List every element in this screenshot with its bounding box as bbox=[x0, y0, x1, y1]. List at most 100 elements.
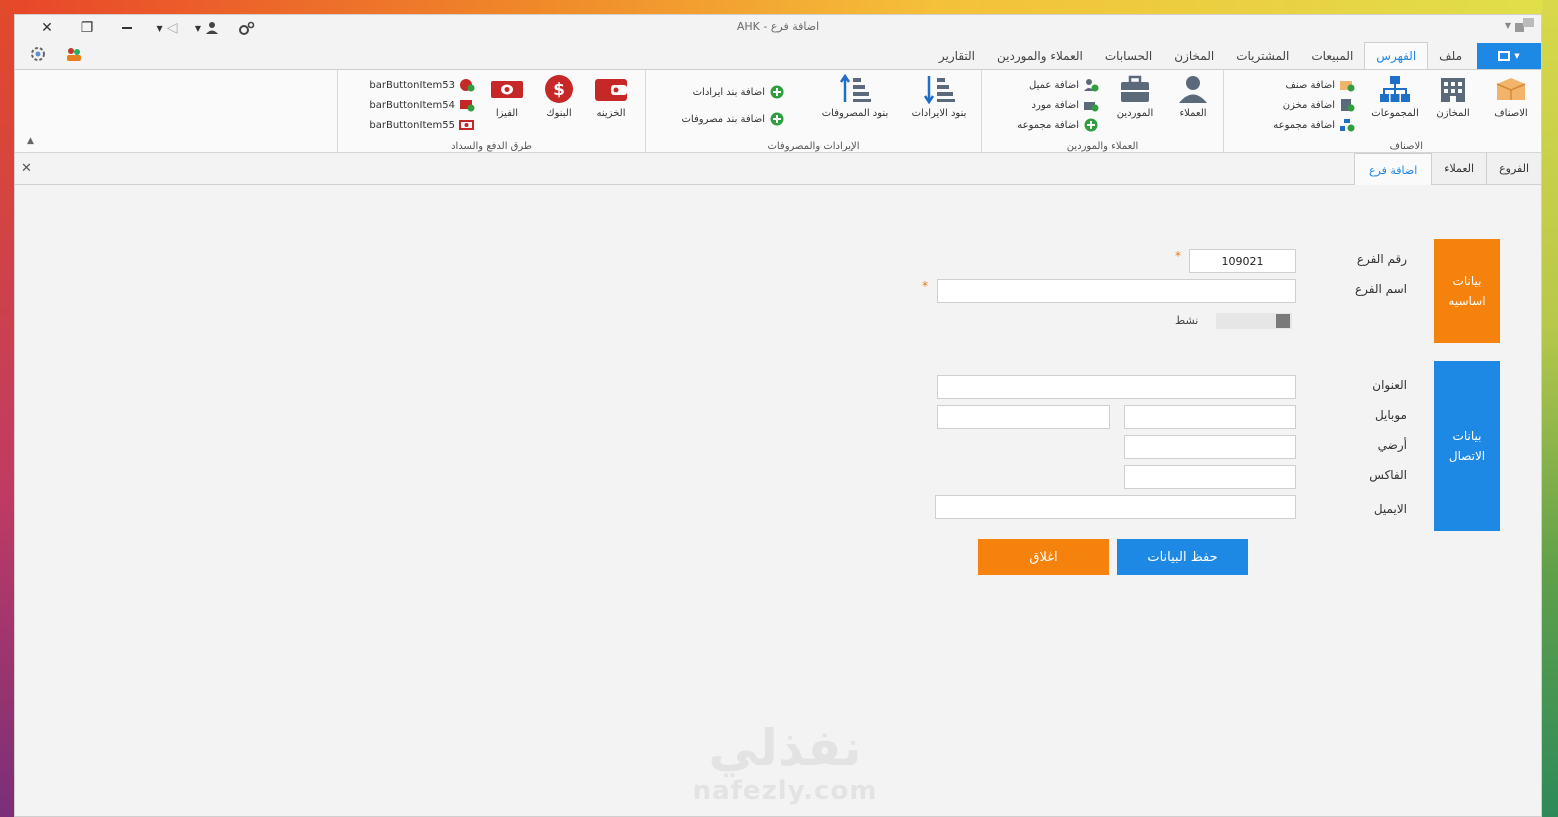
bar-button-53[interactable]: barButtonItem53 bbox=[369, 76, 475, 94]
collapse-ribbon-icon[interactable]: ▲ bbox=[27, 136, 34, 146]
app-menu-button[interactable]: ▼ bbox=[1477, 43, 1541, 69]
document-tabs-bar: ✕ الفروع العملاء اضافة فرع bbox=[15, 153, 1541, 186]
products-label: الاصناف bbox=[1494, 108, 1528, 119]
doc-tab-branches[interactable]: الفروع bbox=[1486, 153, 1541, 184]
sort-down-icon bbox=[923, 76, 955, 104]
expense-items-button[interactable]: بنود المصروفات bbox=[813, 74, 897, 128]
treasury-label: الخزينه bbox=[596, 108, 626, 119]
svg-text:$: $ bbox=[553, 80, 565, 100]
add-product-button[interactable]: اضافة صنف bbox=[1286, 76, 1356, 94]
plus-circle-icon bbox=[769, 85, 785, 99]
plus-circle-icon bbox=[769, 112, 785, 126]
products-button[interactable]: الاصناف bbox=[1481, 74, 1541, 128]
add-box-icon bbox=[1339, 78, 1355, 92]
doc-tab-add-branch[interactable]: اضافة فرع bbox=[1353, 153, 1432, 186]
add-supplier-button[interactable]: اضافة مورد bbox=[1032, 96, 1099, 114]
app-window: ✕ ❐ ▼ ◁ ▼ AHK - اضافة فرع ▼ ▼ ملف الفهرس… bbox=[14, 14, 1542, 817]
banks-button[interactable]: $ البنوك bbox=[529, 74, 589, 128]
required-mark: * bbox=[922, 279, 928, 293]
bar-button-54[interactable]: barButtonItem54 bbox=[369, 96, 475, 114]
group-income-expense-label: الإيرادات والمصروفات bbox=[767, 141, 860, 152]
window-icon bbox=[1498, 51, 1511, 61]
add-building-icon bbox=[1339, 98, 1355, 112]
group-payment: الخزينه $ البنوك الفيزا barButtonItem53 … bbox=[337, 70, 645, 154]
tab-customers-suppliers[interactable]: العملاء والموردين bbox=[986, 43, 1094, 69]
groups-button[interactable]: المجموعات bbox=[1365, 74, 1425, 128]
windows-icon[interactable] bbox=[1515, 18, 1535, 32]
add-branch-form: بيانات اساسيه بيانات الاتصال رقم الفرع *… bbox=[15, 185, 1541, 816]
banks-label: البنوك bbox=[546, 108, 572, 119]
group-income-expense: بنود الايرادات بنود المصروفات اضافة بند … bbox=[645, 70, 981, 154]
doc-tab-customers[interactable]: العملاء bbox=[1431, 153, 1487, 184]
group-items-label: الاصناف bbox=[1389, 141, 1423, 152]
add-customer-group-button[interactable]: اضافة مجموعه bbox=[1017, 116, 1099, 134]
group-payment-label: طرق الدفع والسداد bbox=[451, 141, 532, 152]
cash-icon bbox=[491, 81, 523, 98]
bar-button-55[interactable]: barButtonItem55 bbox=[369, 116, 475, 134]
landline-input[interactable] bbox=[1124, 435, 1296, 459]
group-items: الاصناف المخازن المجموعات اضافة صنف اضاف… bbox=[1223, 70, 1541, 154]
treasury-button[interactable]: الخزينه bbox=[581, 74, 641, 128]
plus-circle-icon bbox=[1083, 118, 1099, 132]
ribbon: الاصناف المخازن المجموعات اضافة صنف اضاف… bbox=[15, 69, 1541, 154]
branch-name-label: اسم الفرع bbox=[1354, 282, 1407, 296]
quick-access-toolbar bbox=[29, 45, 83, 63]
active-toggle[interactable] bbox=[1216, 313, 1292, 329]
title-bar: ✕ ❐ ▼ ◁ ▼ AHK - اضافة فرع ▼ bbox=[15, 15, 1541, 41]
add-hierarchy-icon bbox=[1339, 118, 1355, 132]
close-document-button[interactable]: ✕ bbox=[21, 161, 32, 176]
add-customer-button[interactable]: اضافة عميل bbox=[1029, 76, 1099, 94]
save-button[interactable]: حفظ البيانات bbox=[1117, 539, 1248, 575]
group-customers: العملاء الموردين اضافة عميل اضافة مورد ا… bbox=[981, 70, 1223, 154]
tab-purchases[interactable]: المشتريات bbox=[1225, 43, 1300, 69]
suppliers-label: الموردين bbox=[1116, 108, 1154, 119]
add-store-button[interactable]: اضافة مخزن bbox=[1283, 96, 1355, 114]
suppliers-button[interactable]: الموردين bbox=[1105, 74, 1165, 128]
document-tabs: الفروع العملاء اضافة فرع bbox=[1353, 153, 1541, 186]
basic-data-block: بيانات اساسيه bbox=[1434, 239, 1500, 343]
income-items-button[interactable]: بنود الايرادات bbox=[903, 74, 975, 128]
email-label: الايميل bbox=[1373, 502, 1407, 516]
add-expense-button[interactable]: اضافة بند مصروفات bbox=[682, 110, 785, 128]
tab-file[interactable]: ملف bbox=[1428, 43, 1473, 69]
add-briefcase-icon bbox=[1083, 98, 1099, 112]
users-icon[interactable] bbox=[65, 45, 83, 63]
tab-reports[interactable]: التقارير bbox=[928, 43, 986, 69]
chevron-down-icon[interactable]: ▼ bbox=[1505, 21, 1511, 30]
stores-button[interactable]: المخازن bbox=[1423, 74, 1483, 128]
mobile-label: موبايل bbox=[1374, 408, 1407, 422]
briefcase-icon bbox=[1121, 75, 1149, 102]
visa-label: الفيزا bbox=[495, 108, 519, 119]
landline-label: أرضي bbox=[1377, 438, 1407, 452]
wallet-icon bbox=[595, 79, 627, 101]
mobile-2-input[interactable] bbox=[937, 405, 1110, 429]
building-icon bbox=[1441, 78, 1465, 102]
mobile-input[interactable] bbox=[1124, 405, 1296, 429]
gear-icon[interactable] bbox=[29, 45, 47, 63]
add-group-button[interactable]: اضافة مجموعه bbox=[1273, 116, 1355, 134]
fax-label: الفاكس bbox=[1369, 468, 1407, 482]
sort-up-icon bbox=[839, 74, 871, 102]
branch-name-input[interactable] bbox=[937, 279, 1296, 303]
tab-accounts[interactable]: الحسابات bbox=[1094, 43, 1163, 69]
box-icon bbox=[1496, 78, 1526, 100]
close-button[interactable]: اغلاق bbox=[978, 539, 1109, 575]
visa-button[interactable]: الفيزا bbox=[477, 74, 537, 128]
email-input[interactable] bbox=[935, 495, 1296, 519]
fax-input[interactable] bbox=[1124, 465, 1296, 489]
tab-stores[interactable]: المخازن bbox=[1163, 43, 1225, 69]
watermark: نفذلي nafezly.com bbox=[685, 720, 885, 806]
address-input[interactable] bbox=[937, 375, 1296, 399]
tab-index[interactable]: الفهرس bbox=[1364, 42, 1429, 69]
customers-button[interactable]: العملاء bbox=[1163, 74, 1223, 128]
groups-label: المجموعات bbox=[1371, 108, 1419, 119]
tab-sales[interactable]: المبيعات bbox=[1300, 43, 1364, 69]
add-income-button[interactable]: اضافة بند ايرادات bbox=[693, 83, 785, 101]
money-add-icon bbox=[459, 78, 475, 92]
watermark-url: nafezly.com bbox=[692, 776, 878, 806]
ribbon-tabs: ▼ ملف الفهرس المبيعات المشتريات المخازن … bbox=[928, 41, 1541, 69]
hierarchy-icon bbox=[1380, 76, 1410, 102]
stores-label: المخازن bbox=[1436, 108, 1470, 119]
branch-number-input[interactable] bbox=[1189, 249, 1296, 273]
background-top bbox=[0, 0, 1558, 14]
